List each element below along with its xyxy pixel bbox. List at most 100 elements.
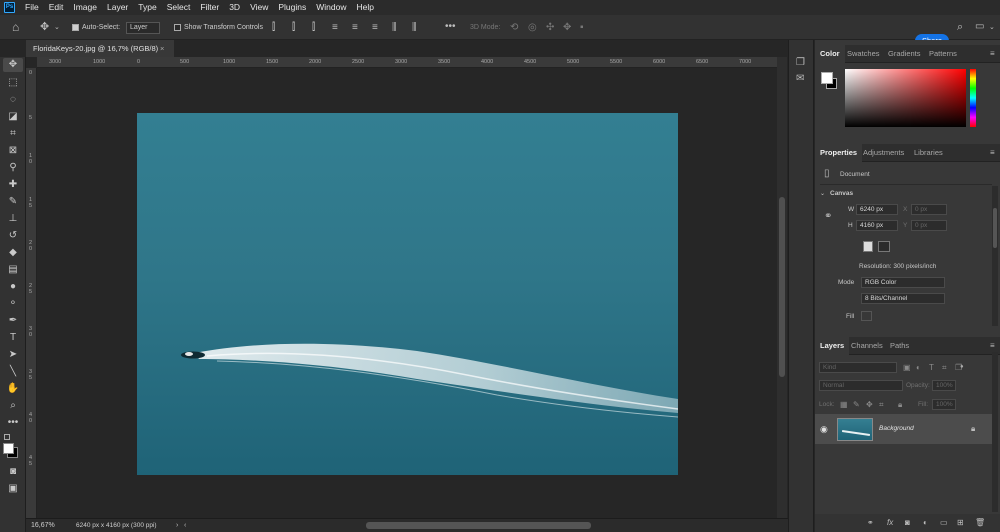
- chevron-down-icon[interactable]: ⌄: [989, 23, 995, 33]
- type-filter-icon[interactable]: T: [929, 363, 934, 373]
- properties-scrollbar[interactable]: [992, 186, 998, 326]
- document-tab[interactable]: FloridaKeys-20.jpg @ 16,7% (RGB/8) ×: [26, 40, 174, 57]
- menu-plugins[interactable]: Plugins: [273, 0, 311, 15]
- fill-opacity-field[interactable]: 100%: [932, 399, 956, 410]
- gradient-tool-icon[interactable]: ▤: [3, 263, 23, 277]
- healing-brush-tool-icon[interactable]: ✚: [3, 178, 23, 192]
- transform-controls-checkbox[interactable]: [174, 24, 181, 31]
- menu-help[interactable]: Help: [351, 0, 378, 15]
- eraser-tool-icon[interactable]: ◆: [3, 246, 23, 260]
- search-icon[interactable]: ⌕: [957, 22, 963, 33]
- menu-view[interactable]: View: [245, 0, 273, 15]
- hand-tool-icon[interactable]: ✋: [3, 382, 23, 396]
- clone-stamp-tool-icon[interactable]: ⊥: [3, 212, 23, 226]
- align-center-icon[interactable]: ⫿: [292, 23, 295, 33]
- slide-icon[interactable]: ✥: [563, 23, 571, 33]
- horizontal-scrollbar[interactable]: [366, 522, 591, 529]
- link-layers-icon[interactable]: ⚭: [867, 518, 874, 528]
- scale-icon[interactable]: ▪: [580, 23, 584, 33]
- fill-swatch[interactable]: [861, 311, 872, 321]
- more-options-icon[interactable]: •••: [445, 22, 456, 32]
- collapse-chevron-icon[interactable]: ⌄: [820, 190, 825, 197]
- scrollbar-thumb[interactable]: [779, 197, 785, 377]
- quick-select-tool-icon[interactable]: ◪: [3, 110, 23, 124]
- tab-patterns[interactable]: Patterns: [924, 45, 962, 63]
- menu-file[interactable]: File: [20, 0, 44, 15]
- foreground-color-swatch[interactable]: [3, 443, 14, 454]
- distribute-icon[interactable]: ⫼: [392, 23, 397, 33]
- align-top-icon[interactable]: ≡: [332, 23, 338, 33]
- opacity-field[interactable]: 100%: [932, 380, 956, 391]
- menu-image[interactable]: Image: [68, 0, 102, 15]
- workspace-icon[interactable]: ▭: [975, 22, 984, 32]
- screen-mode-icon[interactable]: ▣: [3, 482, 23, 496]
- layer-filter-dropdown[interactable]: Kind: [819, 362, 897, 373]
- menu-select[interactable]: Select: [162, 0, 196, 15]
- home-icon[interactable]: ⌂: [12, 21, 19, 33]
- width-field[interactable]: 6240 px: [856, 204, 898, 215]
- tab-layers[interactable]: Layers: [815, 337, 850, 355]
- lock-artboard-icon[interactable]: ⌗: [879, 400, 884, 410]
- align-left-icon[interactable]: ⫿: [272, 23, 275, 33]
- document-image[interactable]: [137, 113, 678, 475]
- chevron-right-icon[interactable]: ›: [176, 521, 178, 531]
- history-icon[interactable]: ❐: [796, 58, 805, 68]
- history-brush-tool-icon[interactable]: ↺: [3, 229, 23, 243]
- layer-name[interactable]: Background: [879, 425, 914, 432]
- mode-dropdown[interactable]: RGB Color: [861, 277, 945, 288]
- color-picker-field[interactable]: [845, 69, 966, 127]
- blend-mode-dropdown[interactable]: Normal: [819, 380, 903, 391]
- lock-pixels-icon[interactable]: ▦: [840, 400, 848, 410]
- close-icon[interactable]: ×: [160, 40, 164, 57]
- scrollbar-thumb[interactable]: [993, 208, 997, 248]
- lock-icon[interactable]: 🔒︎: [971, 424, 975, 434]
- tab-color[interactable]: Color: [815, 45, 845, 63]
- type-tool-icon[interactable]: T: [3, 331, 23, 345]
- lock-all-icon[interactable]: 🔒︎: [898, 400, 902, 410]
- panel-menu-icon[interactable]: ≡: [990, 341, 995, 351]
- vertical-scrollbar[interactable]: [777, 57, 787, 518]
- tab-gradients[interactable]: Gradients: [883, 45, 926, 63]
- auto-select-dropdown[interactable]: Layer: [126, 22, 160, 34]
- image-filter-icon[interactable]: ▣: [903, 363, 911, 373]
- panel-menu-icon[interactable]: ≡: [990, 148, 995, 158]
- add-mask-icon[interactable]: ◙: [905, 518, 910, 528]
- align-middle-icon[interactable]: ≡: [352, 23, 358, 33]
- eyedropper-tool-icon[interactable]: ⚲: [3, 161, 23, 175]
- pen-tool-icon[interactable]: ✒: [3, 314, 23, 328]
- fx-icon[interactable]: fx: [887, 518, 893, 528]
- orbit-icon[interactable]: ⟲: [510, 23, 518, 33]
- tab-adjustments[interactable]: Adjustments: [858, 144, 909, 162]
- trash-icon[interactable]: 🗑︎: [975, 518, 985, 528]
- tab-properties[interactable]: Properties: [815, 144, 863, 162]
- menu-edit[interactable]: Edit: [44, 0, 69, 15]
- brush-tool-icon[interactable]: ✎: [3, 195, 23, 209]
- layer-row[interactable]: ◉ Background 🔒︎: [815, 414, 992, 444]
- move-tool-icon[interactable]: ✥: [40, 22, 49, 33]
- line-tool-icon[interactable]: ╲: [3, 365, 23, 379]
- new-group-icon[interactable]: ▭: [940, 518, 948, 528]
- menu-3d[interactable]: 3D: [224, 0, 245, 15]
- align-bottom-icon[interactable]: ≡: [372, 23, 378, 33]
- tab-swatches[interactable]: Swatches: [842, 45, 885, 63]
- adjustment-layer-icon[interactable]: ◐: [923, 518, 928, 528]
- crop-tool-icon[interactable]: ⌗: [3, 127, 23, 141]
- adjustment-filter-icon[interactable]: ◐: [916, 363, 921, 373]
- menu-type[interactable]: Type: [133, 0, 161, 15]
- height-field[interactable]: 4160 px: [856, 220, 898, 231]
- link-icon[interactable]: ⚭: [824, 212, 832, 222]
- menu-window[interactable]: Window: [311, 0, 351, 15]
- eye-icon[interactable]: ◉: [820, 424, 828, 434]
- align-right-icon[interactable]: ⫿: [312, 23, 315, 33]
- portrait-orientation-icon[interactable]: [863, 241, 873, 252]
- blur-tool-icon[interactable]: ●: [3, 280, 23, 294]
- landscape-orientation-icon[interactable]: [878, 241, 890, 252]
- move-tool-icon[interactable]: ✥: [3, 58, 23, 72]
- menu-filter[interactable]: Filter: [195, 0, 224, 15]
- zoom-level[interactable]: 16,67%: [31, 522, 55, 529]
- auto-select-checkbox[interactable]: [72, 24, 79, 31]
- hue-slider[interactable]: [970, 69, 976, 127]
- zoom-tool-icon[interactable]: ⌕: [3, 399, 23, 413]
- y-field[interactable]: 0 px: [911, 220, 947, 231]
- distribute-2-icon[interactable]: ⫼: [412, 23, 417, 33]
